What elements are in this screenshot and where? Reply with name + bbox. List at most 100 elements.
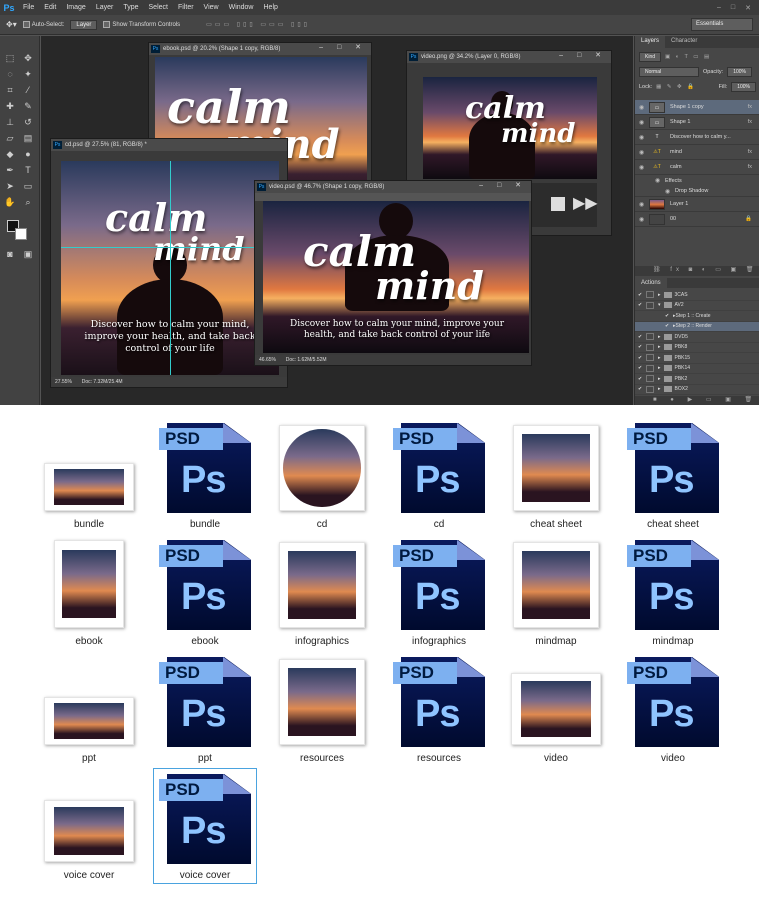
action-item[interactable]: ✔ ▾ AV2 bbox=[635, 301, 759, 311]
layer-row[interactable]: ◉ T Discover how to calm y... bbox=[635, 130, 759, 145]
action-step[interactable]: ✔ ▸ Step 2 :: Render bbox=[635, 321, 759, 332]
auto-select-checkbox[interactable]: Auto-Select: bbox=[22, 20, 64, 28]
dialog-toggle[interactable] bbox=[646, 364, 654, 372]
action-item[interactable]: ✔ ▸ PBK2 bbox=[635, 374, 759, 385]
check-icon[interactable]: ✔ bbox=[638, 376, 646, 382]
expand-icon[interactable]: ▸ bbox=[658, 386, 661, 392]
action-item[interactable]: ✔ ▸ PBK15 bbox=[635, 353, 759, 364]
action-item[interactable]: ✔ ▸ 3CAS bbox=[635, 290, 759, 301]
maximize-button[interactable]: □ bbox=[731, 4, 735, 12]
menu-help[interactable]: Help bbox=[259, 4, 283, 11]
lasso-tool-icon[interactable]: ◌ bbox=[4, 68, 16, 80]
expand-icon[interactable]: ▸ bbox=[658, 344, 661, 350]
crop-tool-icon[interactable]: ⌗ bbox=[4, 84, 16, 96]
dialog-toggle[interactable] bbox=[646, 301, 654, 309]
check-icon[interactable]: ✔ bbox=[638, 334, 646, 340]
zoom-tool-icon[interactable]: ⌕ bbox=[22, 196, 34, 208]
fx-icon[interactable]: fx bbox=[748, 149, 752, 155]
action-item[interactable]: ✔ ▸ PBK8 bbox=[635, 343, 759, 353]
expand-icon[interactable]: ▸ bbox=[658, 292, 661, 298]
menu-filter[interactable]: Filter bbox=[173, 4, 199, 11]
visibility-eye-icon[interactable]: ◉ bbox=[639, 119, 649, 126]
stop-icon[interactable] bbox=[551, 197, 565, 211]
menu-view[interactable]: View bbox=[199, 4, 224, 11]
magic-wand-icon[interactable]: ✦ bbox=[22, 68, 34, 80]
check-icon[interactable]: ✔ bbox=[665, 323, 673, 329]
collapse-icon[interactable]: ▾ bbox=[658, 302, 661, 308]
filter-icons[interactable]: ▣ ◐ T ▭ ▤ bbox=[665, 54, 711, 60]
tab-character[interactable]: Character bbox=[665, 36, 703, 48]
layer-row[interactable]: ◉ 00 🔒 bbox=[635, 212, 759, 227]
check-icon[interactable]: ✔ bbox=[638, 386, 646, 392]
dialog-toggle[interactable] bbox=[646, 385, 654, 393]
marquee-tool-icon[interactable]: ⬚ bbox=[4, 52, 16, 64]
blend-mode-dropdown[interactable]: Normal bbox=[639, 67, 699, 77]
check-icon[interactable]: ✔ bbox=[665, 313, 673, 319]
dialog-toggle[interactable] bbox=[646, 354, 654, 362]
pen-tool-icon[interactable]: ✒ bbox=[4, 164, 16, 176]
visibility-eye-icon[interactable]: ◉ bbox=[665, 188, 675, 195]
check-icon[interactable]: ✔ bbox=[638, 292, 646, 298]
opacity-input[interactable]: 100% bbox=[727, 67, 752, 77]
check-icon[interactable]: ✔ bbox=[638, 344, 646, 350]
gradient-tool-icon[interactable]: ▤ bbox=[22, 132, 34, 144]
expand-icon[interactable]: ▸ bbox=[658, 376, 661, 382]
dialog-toggle[interactable] bbox=[646, 333, 654, 341]
tab-actions[interactable]: Actions bbox=[635, 278, 667, 288]
history-brush-icon[interactable]: ↺ bbox=[22, 116, 34, 128]
transform-checkbox[interactable]: Show Transform Controls bbox=[103, 20, 180, 28]
layer-row[interactable]: ◉ ▭ Shape 1 copy fx bbox=[635, 100, 759, 115]
effect-row[interactable]: ◉ Drop Shadow bbox=[635, 186, 759, 197]
visibility-eye-icon[interactable]: ◉ bbox=[639, 201, 649, 208]
layer-row[interactable]: ◉ ▭ Shape 1 fx bbox=[635, 115, 759, 130]
fx-icon[interactable]: fx bbox=[748, 164, 752, 170]
actions-footer-icons[interactable]: ■ ● ▶ ▭ ▣ 🗑 bbox=[635, 396, 759, 405]
menu-window[interactable]: Window bbox=[224, 4, 259, 11]
cd-document-window[interactable]: cd.psd @ 27.5% (81, RGB/8) * calm mind D… bbox=[50, 138, 288, 388]
layer-row[interactable]: ◉ Layer 1 bbox=[635, 197, 759, 212]
fast-forward-icon[interactable]: ▶▶ bbox=[573, 193, 598, 213]
shape-tool-icon[interactable]: ▭ bbox=[22, 180, 34, 192]
check-icon[interactable]: ✔ bbox=[638, 355, 646, 361]
healing-brush-icon[interactable]: ✚ bbox=[4, 100, 16, 112]
move-tool-icon[interactable]: ✥▾ bbox=[6, 20, 17, 29]
hand-tool-icon[interactable]: ✋ bbox=[4, 196, 16, 208]
action-item[interactable]: ✔ ▸ DVD5 bbox=[635, 332, 759, 343]
document-window-controls[interactable]: – □ ✕ bbox=[479, 181, 527, 189]
effects-row[interactable]: ◉ Effects bbox=[635, 175, 759, 186]
action-item[interactable]: ✔ ▸ PBK14 bbox=[635, 364, 759, 374]
menu-layer[interactable]: Layer bbox=[91, 4, 119, 11]
fill-input[interactable]: 100% bbox=[731, 82, 756, 92]
minimize-button[interactable]: – bbox=[717, 4, 721, 12]
dialog-toggle[interactable] bbox=[646, 343, 654, 351]
dodge-tool-icon[interactable]: ● bbox=[22, 148, 34, 160]
check-icon[interactable]: ✔ bbox=[638, 302, 646, 308]
expand-icon[interactable]: ▸ bbox=[658, 334, 661, 340]
menu-select[interactable]: Select bbox=[144, 4, 173, 11]
background-color-swatch[interactable] bbox=[15, 228, 27, 240]
eraser-tool-icon[interactable]: ▱ bbox=[4, 132, 16, 144]
layer-row[interactable]: ◉ ⚠T calm fx bbox=[635, 160, 759, 175]
visibility-eye-icon[interactable]: ◉ bbox=[655, 177, 665, 184]
tab-layers[interactable]: Layers bbox=[635, 36, 666, 48]
visibility-eye-icon[interactable]: ◉ bbox=[639, 104, 649, 111]
action-step[interactable]: ✔ ▸ Step 1 :: Create bbox=[635, 311, 759, 322]
screen-mode-icon[interactable]: ▣ bbox=[22, 248, 34, 260]
layer-row[interactable]: ◉ ⚠T mind fx bbox=[635, 145, 759, 160]
auto-select-dropdown[interactable]: Layer bbox=[70, 19, 98, 30]
blur-tool-icon[interactable]: ◆ bbox=[4, 148, 16, 160]
visibility-eye-icon[interactable]: ◉ bbox=[639, 149, 649, 156]
path-select-icon[interactable]: ➤ bbox=[4, 180, 16, 192]
kind-filter-dropdown[interactable]: Kind bbox=[639, 52, 662, 62]
menu-image[interactable]: Image bbox=[61, 4, 90, 11]
dialog-toggle[interactable] bbox=[646, 375, 654, 383]
video-psd-document-window[interactable]: video.psd @ 46.7% (Shape 1 copy, RGB/8) … bbox=[254, 180, 532, 366]
check-icon[interactable]: ✔ bbox=[638, 365, 646, 371]
fx-icon[interactable]: fx bbox=[748, 119, 752, 125]
layers-footer-icons[interactable]: ⛓ fx ◙ ◐ ▭ ▣ 🗑 bbox=[635, 266, 759, 276]
document-window-controls[interactable]: – □ ✕ bbox=[559, 51, 607, 59]
visibility-eye-icon[interactable]: ◉ bbox=[639, 216, 649, 223]
dialog-toggle[interactable] bbox=[646, 291, 654, 299]
quick-mask-icon[interactable]: ◙ bbox=[4, 248, 16, 260]
align-icons[interactable]: ▭▭▭ ▯▯▯ ▭▭▭ ▯▯▯ bbox=[206, 21, 310, 28]
